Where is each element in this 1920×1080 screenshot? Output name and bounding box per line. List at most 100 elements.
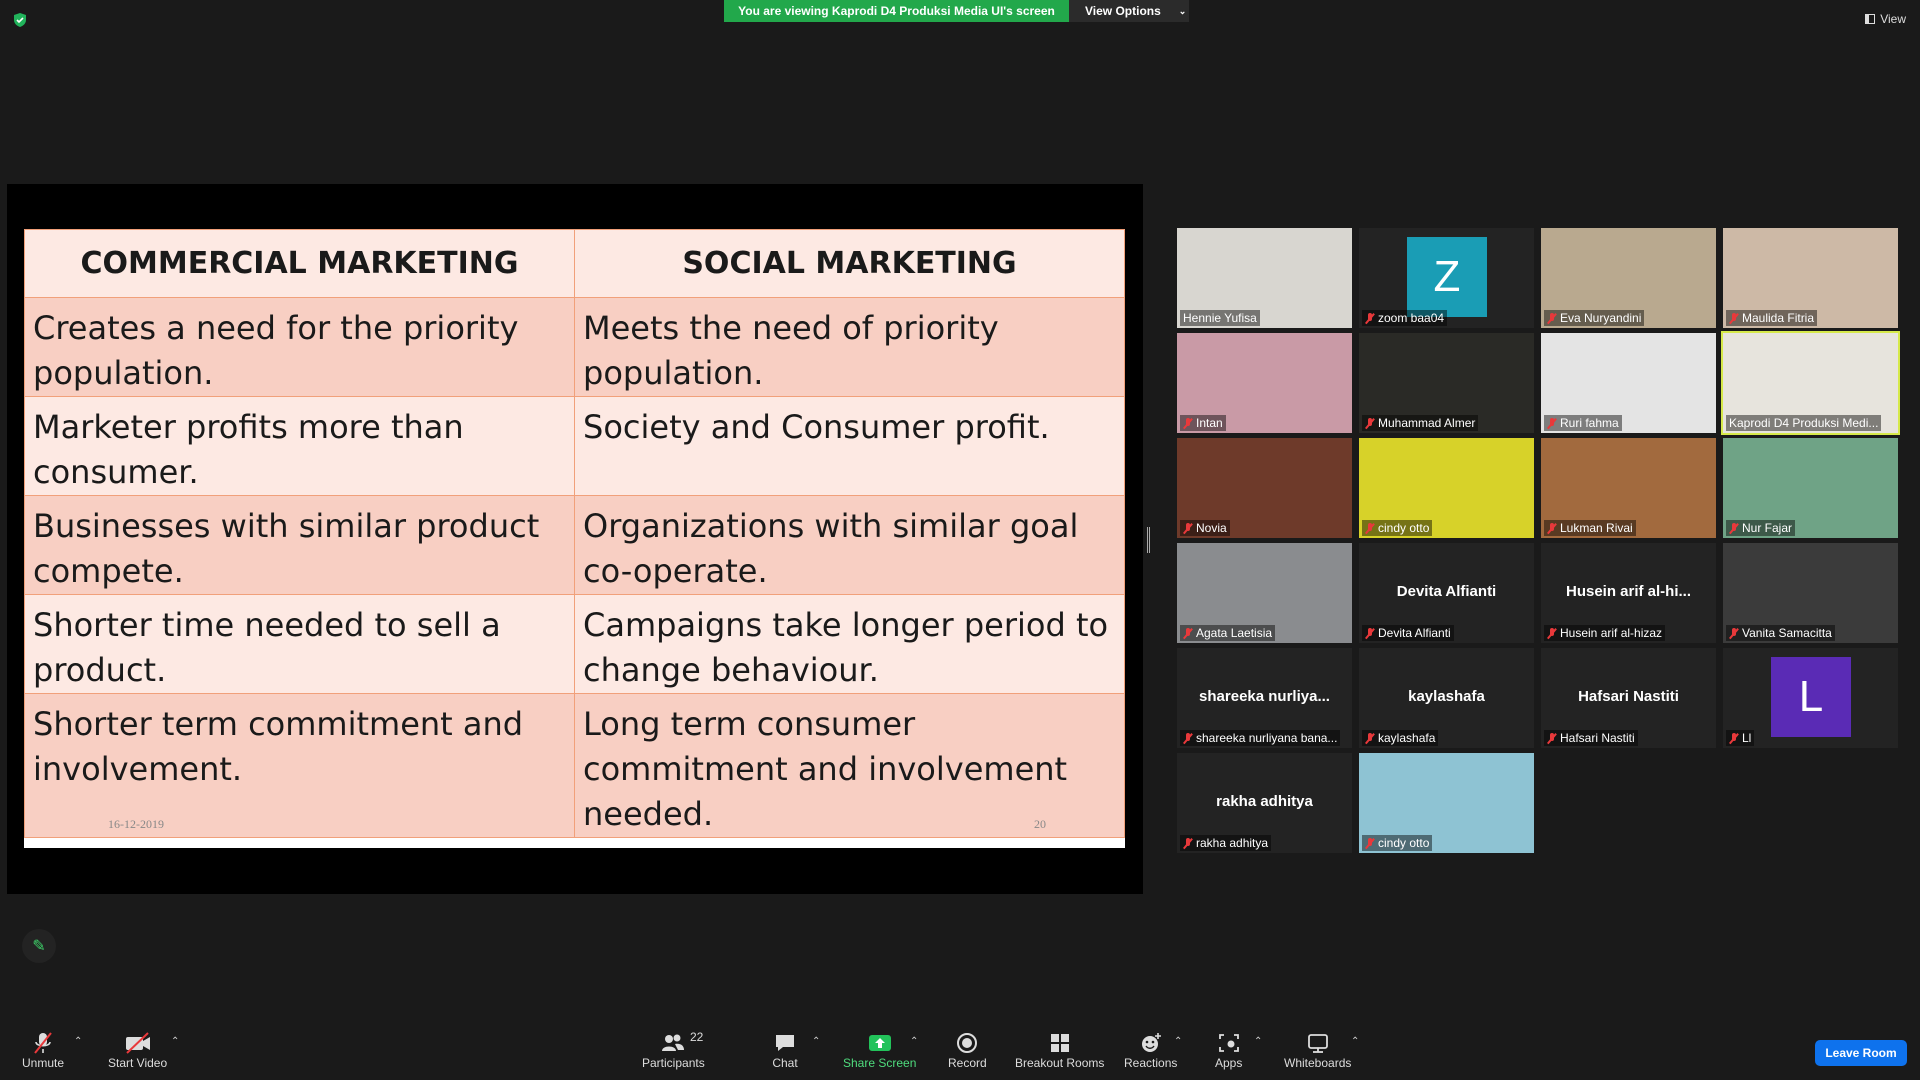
participant-name-tag: Agata Laetisia (1180, 625, 1276, 641)
participant-display-name: shareeka nurliya... (1199, 688, 1330, 705)
reactions-options-chevron-icon[interactable]: ⌃ (1174, 1036, 1182, 1047)
audio-options-chevron-icon[interactable]: ⌃ (74, 1036, 82, 1047)
muted-microphone-icon (1547, 627, 1557, 639)
view-button[interactable]: View (1865, 12, 1906, 26)
microphone-muted-icon (30, 1030, 56, 1056)
participant-name: kaylashafa (1378, 731, 1436, 745)
participant-tile[interactable]: L Ll (1723, 648, 1898, 748)
share-screen-button[interactable]: Share Screen (843, 1030, 916, 1070)
participant-tile[interactable]: Lukman Rivai (1541, 438, 1716, 538)
presentation-slide: COMMERCIAL MARKETING SOCIAL MARKETING Cr… (24, 229, 1125, 848)
table-header-commercial: COMMERCIAL MARKETING (24, 229, 575, 298)
view-label: View (1880, 12, 1906, 26)
participant-name-tag: Novia (1180, 520, 1230, 536)
participant-name-tag: Hennie Yufisa (1180, 310, 1260, 326)
participants-label: Participants (642, 1056, 705, 1070)
participant-name-tag: shareeka nurliyana bana... (1180, 730, 1341, 746)
participant-name: Eva Nuryandini (1560, 311, 1642, 325)
participant-tile[interactable]: Zzoom baa04 (1359, 228, 1534, 328)
participant-name: Husein arif al-hizaz (1560, 626, 1663, 640)
security-shield-icon[interactable] (12, 12, 28, 28)
participant-name: Novia (1196, 521, 1227, 535)
table-cell: Meets the need of priority population. (574, 297, 1125, 397)
slide-page-number: 20 (1034, 817, 1046, 831)
muted-microphone-icon (1365, 312, 1375, 324)
reactions-icon (1138, 1030, 1164, 1056)
video-off-icon (123, 1030, 153, 1056)
participant-display-name: Husein arif al-hi... (1565, 583, 1692, 600)
split-resize-handle[interactable] (1147, 527, 1150, 553)
reactions-button[interactable]: Reactions (1124, 1030, 1177, 1070)
participant-name-tag: rakha adhitya (1180, 835, 1272, 851)
reactions-label: Reactions (1124, 1056, 1178, 1070)
muted-microphone-icon (1183, 732, 1193, 744)
muted-microphone-icon (1547, 312, 1557, 324)
table-cell: Shorter time needed to sell a product. (24, 594, 575, 694)
share-options-chevron-icon[interactable]: ⌃ (910, 1036, 918, 1047)
shared-screen: COMMERCIAL MARKETING SOCIAL MARKETING Cr… (7, 184, 1143, 894)
participant-tile[interactable]: shareeka nurliya... shareeka nurliyana ba… (1177, 648, 1352, 748)
participant-tile[interactable]: Muhammad Almer (1359, 333, 1534, 433)
participant-tile[interactable]: rakha adhitya rakha adhitya (1177, 753, 1352, 853)
participant-name: Hafsari Nastiti (1560, 731, 1635, 745)
viewing-screen-banner: You are viewing Kaprodi D4 Produksi Medi… (724, 0, 1069, 22)
table-cell: Businesses with similar product compete. (24, 495, 575, 595)
start-video-button[interactable]: Start Video (108, 1030, 167, 1070)
apps-button[interactable]: Apps (1215, 1030, 1242, 1070)
participant-name-tag: Eva Nuryandini (1544, 310, 1645, 326)
participant-name-tag: kaylashafa (1362, 730, 1439, 746)
gallery-view-icon (1865, 14, 1876, 24)
participant-tile[interactable]: Husein arif al-hi... Husein arif al-hizaz (1541, 543, 1716, 643)
participant-tile[interactable]: Kaprodi D4 Produksi Medi... (1721, 331, 1900, 435)
participant-name: zoom baa04 (1378, 311, 1445, 325)
participant-tile[interactable]: Devita Alfianti Devita Alfianti (1359, 543, 1534, 643)
table-cell: Campaigns take longer period to change b… (574, 594, 1125, 694)
apps-label: Apps (1215, 1056, 1243, 1070)
record-button[interactable]: Record (948, 1030, 987, 1070)
whiteboards-label: Whiteboards (1284, 1056, 1352, 1070)
annotate-pen-icon[interactable]: ✎ (22, 929, 56, 963)
share-screen-label: Share Screen (843, 1056, 917, 1070)
table-header-social: SOCIAL MARKETING (574, 229, 1125, 298)
participant-tile[interactable]: kaylashafa kaylashafa (1359, 648, 1534, 748)
leave-room-button[interactable]: Leave Room (1815, 1040, 1907, 1066)
slide-footer-date: 16-12-2019 (108, 817, 164, 831)
apps-options-chevron-icon[interactable]: ⌃ (1254, 1036, 1262, 1047)
apps-icon (1216, 1030, 1242, 1056)
participant-tile[interactable]: Agata Laetisia (1177, 543, 1352, 643)
unmute-button[interactable]: Unmute (22, 1030, 64, 1070)
participant-tile[interactable]: Vanita Samacitta (1723, 543, 1898, 643)
participant-name: Ruri fahma (1560, 416, 1619, 430)
participant-tile[interactable]: cindy otto (1359, 438, 1534, 538)
participant-tile[interactable]: cindy otto (1359, 753, 1534, 853)
muted-microphone-icon (1365, 417, 1375, 429)
whiteboards-options-chevron-icon[interactable]: ⌃ (1351, 1036, 1359, 1047)
table-cell: Society and Consumer profit. (574, 396, 1125, 496)
participant-display-name: rakha adhitya (1216, 793, 1313, 810)
chat-button[interactable]: Chat (772, 1030, 798, 1070)
participant-tile[interactable]: Intan (1177, 333, 1352, 433)
participant-tile[interactable]: Novia (1177, 438, 1352, 538)
muted-microphone-icon (1365, 732, 1375, 744)
whiteboards-button[interactable]: Whiteboards (1284, 1030, 1351, 1070)
chat-options-chevron-icon[interactable]: ⌃ (812, 1036, 820, 1047)
participant-tile[interactable]: Nur Fajar (1723, 438, 1898, 538)
table-row: Marketer profits more than consumer. Soc… (24, 396, 1125, 496)
breakout-rooms-button[interactable]: Breakout Rooms (1015, 1030, 1104, 1070)
participant-name-tag: Hafsari Nastiti (1544, 730, 1638, 746)
record-label: Record (948, 1056, 987, 1070)
meeting-toolbar: Unmute ⌃ Start Video ⌃ Participants 22 C… (0, 1022, 1920, 1080)
participant-tile[interactable]: Hafsari Nastiti Hafsari Nastiti (1541, 648, 1716, 748)
participant-tile[interactable]: Hennie Yufisa (1177, 228, 1352, 328)
participant-tile[interactable]: Eva Nuryandini (1541, 228, 1716, 328)
participant-name: Maulida Fitria (1742, 311, 1815, 325)
participant-tile[interactable]: Maulida Fitria (1723, 228, 1898, 328)
view-options-button[interactable]: View Options ⌄ (1069, 0, 1189, 22)
video-options-chevron-icon[interactable]: ⌃ (171, 1036, 179, 1047)
participant-tile[interactable]: Ruri fahma (1541, 333, 1716, 433)
participant-name-tag: Muhammad Almer (1362, 415, 1479, 431)
participant-display-name: kaylashafa (1408, 688, 1485, 705)
table-row: Creates a need for the priority populati… (24, 297, 1125, 397)
record-icon (954, 1030, 980, 1056)
participant-display-name: Hafsari Nastiti (1578, 688, 1679, 705)
